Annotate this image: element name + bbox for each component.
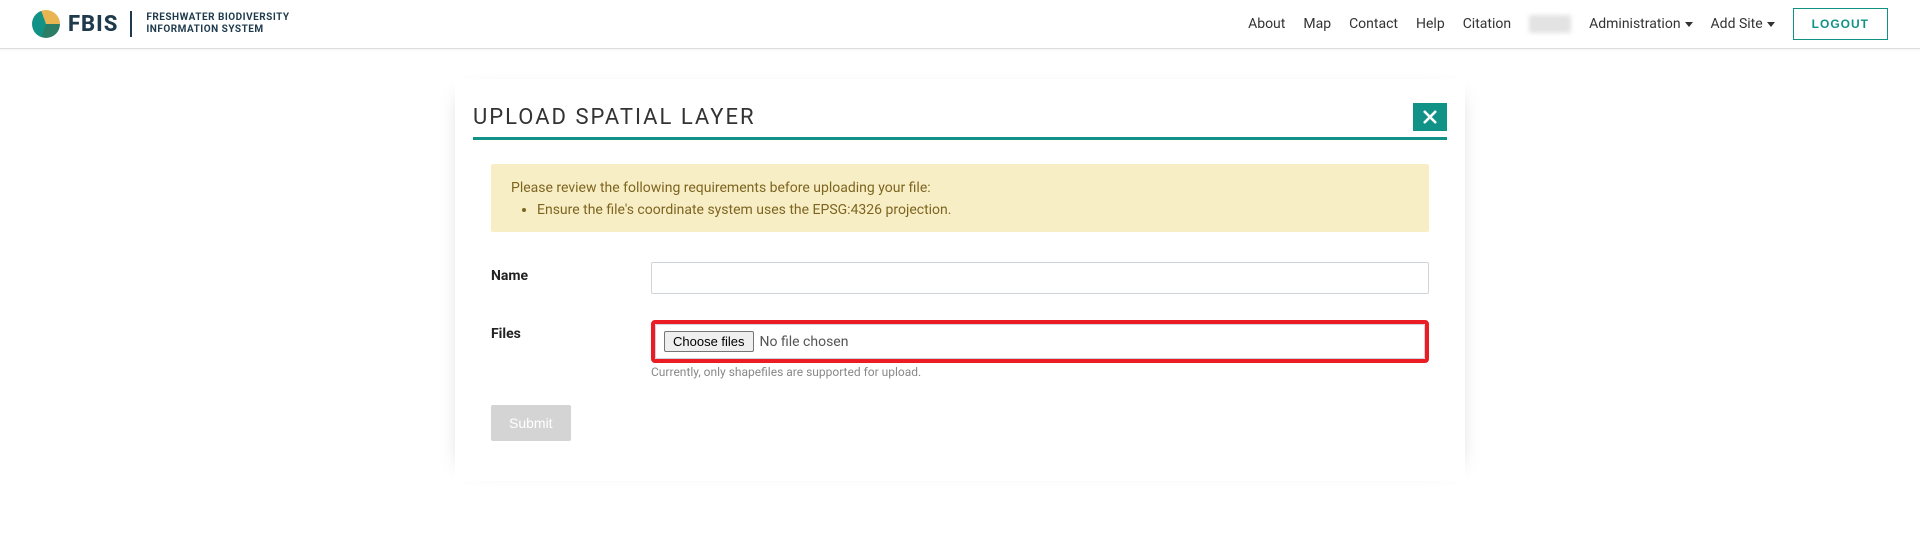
close-button[interactable] — [1413, 103, 1447, 131]
files-input-wrap[interactable]: Choose files No file chosen — [655, 324, 1425, 359]
submit-button[interactable]: Submit — [491, 405, 571, 441]
files-label: Files — [491, 320, 651, 342]
form-row-files: Files Choose files No file chosen Curren… — [491, 320, 1429, 379]
nav-add-site[interactable]: Add Site — [1711, 16, 1775, 32]
nav-administration[interactable]: Administration — [1589, 16, 1692, 32]
alert-list: Ensure the file's coordinate system uses… — [511, 202, 1409, 218]
nav-help[interactable]: Help — [1416, 16, 1445, 32]
nav-contact[interactable]: Contact — [1349, 16, 1398, 32]
brand-subtitle: FRESHWATER BIODIVERSITY INFORMATION SYST… — [146, 12, 289, 36]
alert-item: Ensure the file's coordinate system uses… — [537, 202, 1409, 218]
page-title: UPLOAD SPATIAL LAYER — [473, 105, 756, 130]
files-help-text: Currently, only shapefiles are supported… — [651, 365, 1429, 379]
page-header: UPLOAD SPATIAL LAYER — [473, 103, 1447, 140]
form-row-name: Name — [491, 262, 1429, 294]
top-navbar: FBIS FRESHWATER BIODIVERSITY INFORMATION… — [0, 0, 1920, 49]
name-input[interactable] — [651, 262, 1429, 294]
requirements-alert: Please review the following requirements… — [491, 164, 1429, 232]
nav-about[interactable]: About — [1248, 16, 1285, 32]
brand-main: FBIS — [68, 12, 118, 37]
files-highlight-box: Choose files No file chosen — [651, 320, 1429, 363]
nav-right: About Map Contact Help Citation Administ… — [1248, 8, 1888, 40]
file-status: No file chosen — [760, 334, 849, 350]
brand[interactable]: FBIS FRESHWATER BIODIVERSITY INFORMATION… — [32, 10, 290, 38]
choose-files-button[interactable]: Choose files — [664, 331, 754, 352]
nav-map[interactable]: Map — [1303, 16, 1331, 32]
page-container: UPLOAD SPATIAL LAYER Please review the f… — [455, 79, 1465, 481]
close-icon — [1423, 110, 1437, 124]
alert-intro: Please review the following requirements… — [511, 180, 1409, 196]
name-label: Name — [491, 262, 651, 284]
user-indicator[interactable] — [1529, 15, 1571, 33]
nav-citation[interactable]: Citation — [1463, 16, 1511, 32]
logo-icon — [32, 10, 60, 38]
brand-divider — [130, 11, 132, 37]
logout-button[interactable]: LOGOUT — [1793, 8, 1888, 40]
